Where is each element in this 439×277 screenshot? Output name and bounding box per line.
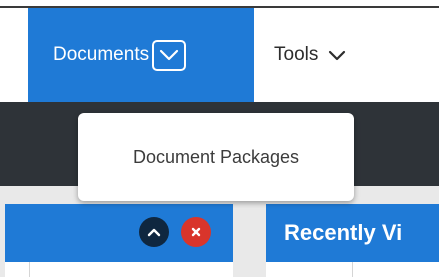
panel-title: Recently Vi <box>266 204 439 262</box>
chevron-down-icon <box>328 50 346 61</box>
dashboard-panel-left <box>5 204 233 277</box>
chevron-down-icon[interactable] <box>152 39 187 71</box>
panel-header <box>5 204 233 262</box>
nav-tab-documents[interactable]: Documents <box>28 8 254 102</box>
collapse-panel-button[interactable] <box>139 217 169 247</box>
column-divider <box>29 262 30 277</box>
column-divider <box>352 262 353 277</box>
close-icon <box>191 227 201 237</box>
nav-tab-tools[interactable]: Tools <box>254 8 346 102</box>
chevron-up-icon <box>147 228 161 236</box>
documents-dropdown-menu: Document Packages <box>78 113 354 201</box>
close-panel-button[interactable] <box>181 217 211 247</box>
top-navigation: Documents Tools <box>0 0 439 102</box>
recently-viewed-panel: Recently Vi <box>266 204 439 277</box>
nav-tab-documents-label: Documents <box>53 44 150 65</box>
nav-tab-tools-label: Tools <box>274 44 319 65</box>
menu-item-document-packages[interactable]: Document Packages <box>133 147 299 168</box>
